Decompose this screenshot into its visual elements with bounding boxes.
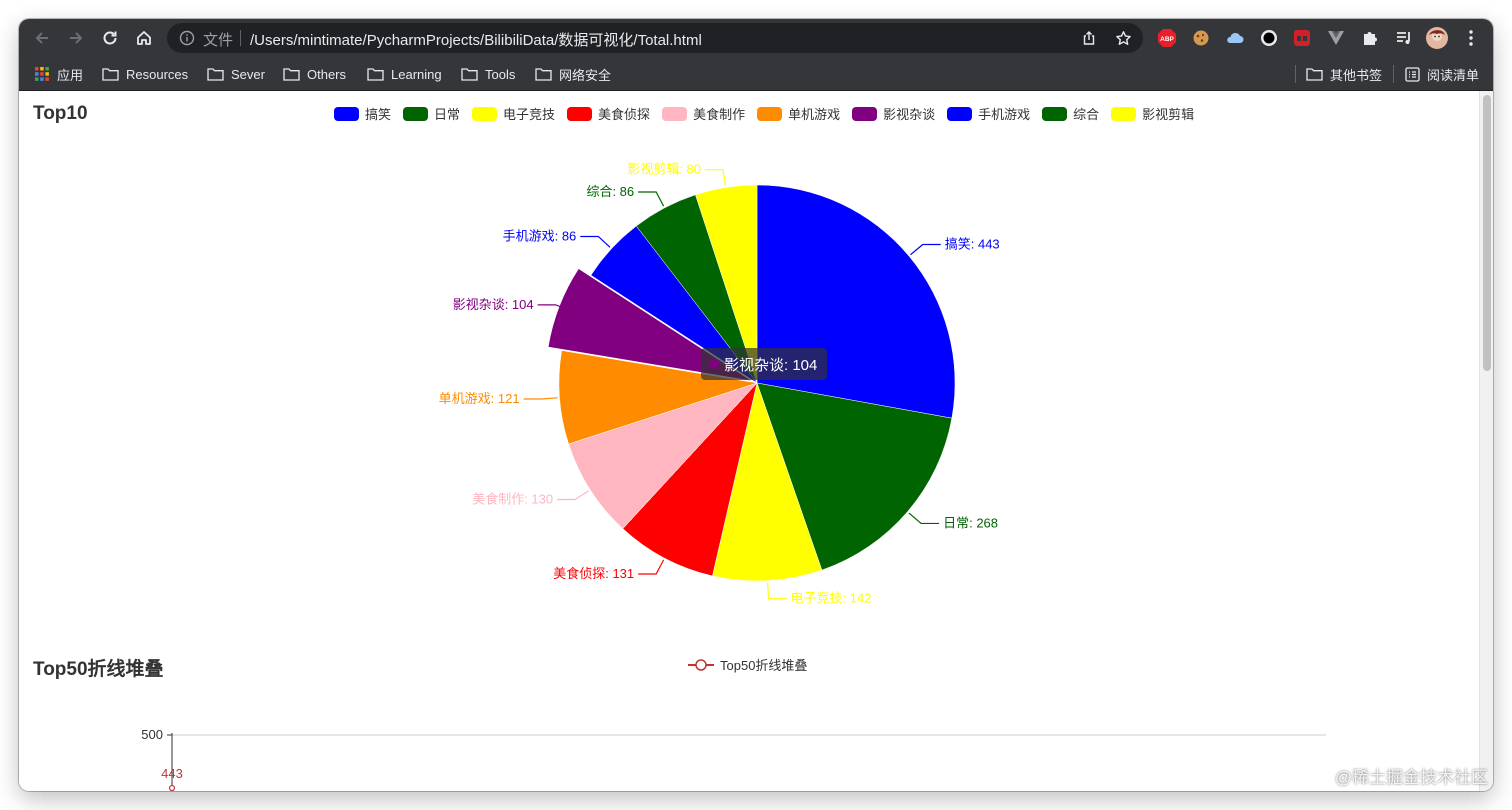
bookmark-folder-tools[interactable]: Tools [461, 64, 515, 84]
reload-button[interactable] [97, 25, 123, 51]
bookmarks-divider [1295, 65, 1296, 83]
scrollbar-thumb[interactable] [1483, 95, 1491, 371]
page-content: Top10 搞笑 日常 电子竞技 美食侦探 美食制作 单机游戏 影视杂谈 手机游戏 综合 影视剪辑… [19, 91, 1493, 791]
line-legend-item[interactable]: Top50折线堆叠 [688, 655, 807, 674]
home-button[interactable] [131, 25, 157, 51]
pie-label-line [523, 397, 558, 400]
pie-data-label: 手机游戏: 86 [503, 228, 577, 243]
folder-icon [207, 68, 224, 81]
pie-label-line [908, 512, 940, 525]
folder-icon [1306, 68, 1323, 81]
pie-data-label: 美食侦探: 131 [553, 566, 634, 581]
tooltip-text: 影视杂谈: 104 [724, 356, 818, 374]
bookmark-folder-network-security[interactable]: 网络安全 [535, 64, 611, 84]
pie-label-line [557, 490, 589, 501]
circle-icon[interactable] [1258, 27, 1280, 49]
vue-icon[interactable] [1325, 27, 1347, 49]
media-icon[interactable] [1393, 27, 1415, 49]
url-text[interactable]: /Users/mintimate/PycharmProjects/Bilibil… [250, 29, 702, 50]
pie-data-label: 搞笑: 443 [945, 237, 1000, 252]
line-chart: 500 443 [141, 727, 1326, 791]
folder-icon [367, 68, 384, 81]
line-chart-title: Top50折线堆叠 [33, 659, 164, 680]
abp-label: ABP [1160, 36, 1174, 43]
browser-window: 文件 /Users/mintimate/PycharmProjects/Bili… [19, 19, 1493, 791]
pie-data-label: 单机游戏: 121 [439, 391, 520, 406]
bookmarks-divider [1393, 65, 1394, 83]
omnibox-divider [240, 30, 241, 46]
browser-toolbar: 文件 /Users/mintimate/PycharmProjects/Bili… [19, 19, 1493, 56]
pie-label-line [910, 243, 941, 256]
info-icon[interactable] [179, 30, 195, 51]
address-bar[interactable]: 文件 /Users/mintimate/PycharmProjects/Bili… [167, 23, 1143, 53]
bookmark-label: Others [307, 66, 347, 82]
reading-list-button[interactable]: 阅读清单 [1405, 64, 1479, 84]
pie-data-label: 美食制作: 130 [472, 492, 553, 507]
pie-label-line [767, 582, 787, 600]
pie-label-line [705, 169, 727, 186]
home-icon [137, 31, 151, 45]
more-menu-icon[interactable] [1460, 27, 1482, 49]
forward-arrow-icon [70, 32, 83, 44]
forward-button[interactable] [63, 25, 89, 51]
pie-label-line [638, 559, 665, 575]
pie-data-label: 日常: 268 [943, 515, 998, 530]
bookmark-other-bookmarks[interactable]: 其他书签 [1306, 64, 1382, 84]
folder-icon [283, 68, 300, 81]
bookmark-label: Learning [391, 66, 442, 82]
pie-tooltip: 影视杂谈: 104 [701, 348, 828, 380]
file-scheme-label: 文件 [203, 32, 234, 49]
apps-grid-icon [35, 67, 49, 81]
avatar[interactable] [1426, 27, 1448, 49]
reload-icon [103, 31, 117, 45]
back-arrow-icon [35, 32, 48, 44]
bookmark-label: 网络安全 [559, 67, 612, 83]
cookie-icon[interactable] [1190, 27, 1212, 49]
bookmarks-bar: 应用 Resources Sever Others Learning Tools… [19, 56, 1493, 91]
other-bookmarks-label: 其他书签 [1330, 67, 1383, 83]
line-legend-label: Top50折线堆叠 [720, 658, 808, 673]
pie-label-line [580, 235, 611, 248]
bookmark-label: Tools [485, 66, 516, 82]
bookmark-apps[interactable]: 应用 [34, 64, 83, 84]
bookmark-folder-resources[interactable]: Resources [102, 64, 188, 84]
bookmark-folder-sever[interactable]: Sever [207, 64, 265, 84]
puzzle-icon[interactable] [1359, 27, 1381, 49]
back-button[interactable] [29, 25, 55, 51]
page-scrollbar[interactable] [1479, 91, 1493, 791]
pie-label-line [638, 191, 665, 207]
reading-list-icon [1405, 66, 1420, 82]
cloud-icon[interactable] [1224, 27, 1246, 49]
folder-icon [461, 68, 478, 81]
y-tick-label: 500 [141, 727, 163, 742]
tooltip-color-dot [709, 359, 719, 369]
line-data-label: 443 [161, 766, 183, 781]
line-legend-marker-icon [688, 658, 714, 671]
bookmark-label: Sever [231, 66, 265, 82]
pie-data-label: 综合: 86 [586, 184, 634, 199]
bookmark-folder-learning[interactable]: Learning [367, 64, 442, 84]
pie-data-label: 电子竞技: 142 [791, 591, 872, 606]
reading-list-label: 阅读清单 [1427, 67, 1480, 83]
red-ext-icon[interactable] [1291, 27, 1313, 49]
watermark: @稀土掘金技术社区 [1334, 768, 1488, 787]
line-data-point[interactable] [168, 784, 176, 791]
folder-icon [535, 68, 552, 81]
share-icon[interactable] [1079, 28, 1099, 48]
bookmark-label: Resources [126, 66, 189, 82]
pie-data-label: 影视杂谈: 104 [453, 297, 534, 312]
bookmark-folder-others[interactable]: Others [283, 64, 346, 84]
bookmark-apps-label: 应用 [57, 67, 84, 83]
abp-icon[interactable]: ABP [1156, 27, 1178, 49]
line-legend: Top50折线堆叠 [688, 655, 807, 674]
folder-icon [102, 68, 119, 81]
pie-slice[interactable] [756, 184, 956, 419]
bookmark-star-icon[interactable] [1113, 28, 1133, 48]
pie-data-label: 影视剪辑: 80 [627, 162, 701, 177]
